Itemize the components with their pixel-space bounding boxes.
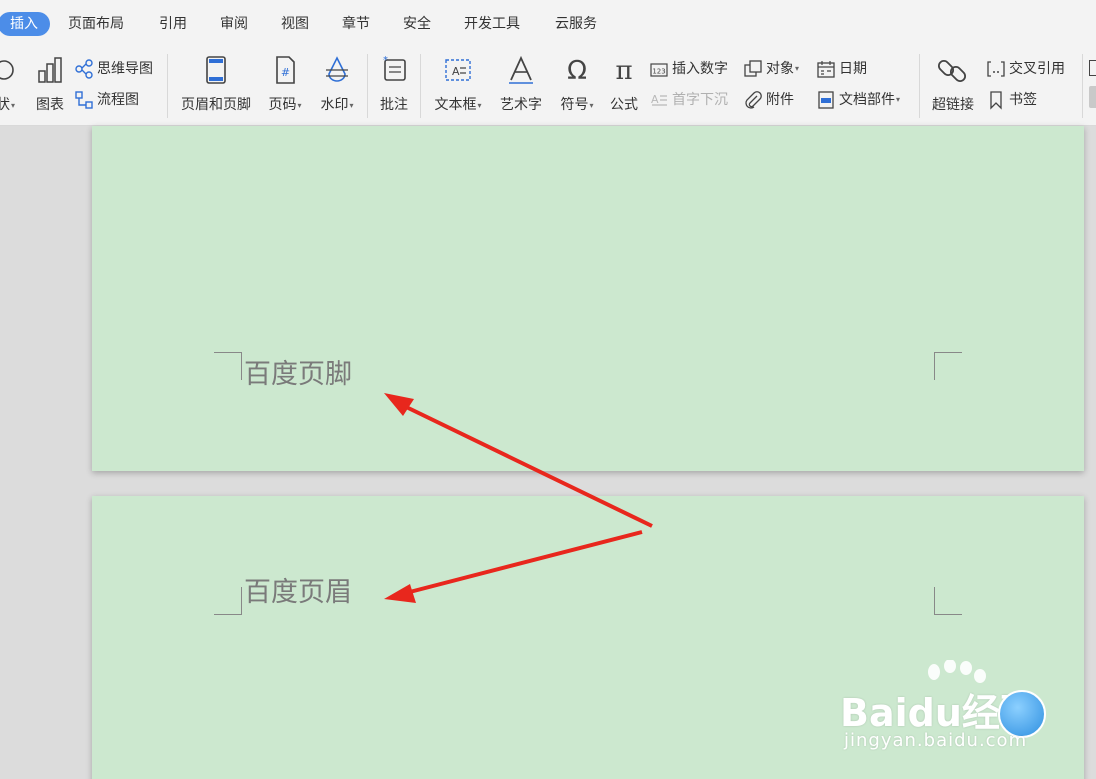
- header-footer-button[interactable]: 页眉和页脚: [176, 54, 256, 122]
- group-separator: [919, 54, 920, 118]
- omega-icon: Ω: [567, 56, 587, 86]
- svg-text:π: π: [615, 56, 632, 86]
- chart-label: 图表: [36, 97, 64, 113]
- object-label: 对象: [766, 61, 794, 77]
- symbol-button[interactable]: Ω 符号▾: [554, 54, 600, 122]
- comment-button[interactable]: * 批注: [374, 54, 414, 122]
- drop-cap-label: 首字下沉: [672, 92, 728, 108]
- mindmap-icon: [75, 59, 93, 79]
- wordart-label: 艺术字: [500, 97, 542, 113]
- page-number-icon: #: [276, 56, 295, 84]
- ribbon-toolbar: 状▾ 图表 思维导图 流程图 页眉和页脚 # 页码▾ 水印▾ * 批注 A 文本…: [0, 46, 1096, 126]
- menu-bar: 插入 页面布局 引用 审阅 视图 章节 安全 开发工具 云服务: [0, 0, 1096, 46]
- group-separator: [420, 54, 421, 118]
- watermark-button[interactable]: 水印▾: [314, 54, 360, 122]
- mindmap-button[interactable]: 思维导图: [74, 58, 153, 80]
- overflow-tool-icon[interactable]: [1089, 86, 1096, 108]
- hyperlink-button[interactable]: 超链接: [926, 54, 980, 122]
- symbol-label: 符号: [560, 97, 589, 113]
- calendar-icon: [817, 61, 835, 78]
- watermark-icon: [326, 56, 348, 82]
- group-separator: [367, 54, 368, 118]
- margin-corner-mark: [214, 352, 242, 380]
- attachment-label: 附件: [766, 92, 794, 108]
- attachment-button[interactable]: 附件: [743, 89, 794, 111]
- watermark-site-text: jingyan.baidu.com: [844, 730, 1028, 751]
- doc-parts-button[interactable]: 文档部件▾: [816, 89, 900, 111]
- bookmark-label: 书签: [1009, 92, 1037, 108]
- margin-corner-mark: [934, 587, 962, 615]
- footer-text[interactable]: 百度页脚: [244, 352, 352, 391]
- group-separator: [167, 54, 168, 118]
- hyperlink-label: 超链接: [932, 97, 974, 113]
- svg-text:123: 123: [652, 68, 665, 76]
- insert-number-label: 插入数字: [672, 61, 728, 77]
- date-button[interactable]: 日期: [816, 58, 867, 80]
- date-label: 日期: [839, 61, 867, 77]
- equation-label: 公式: [610, 97, 638, 113]
- bookmark-icon: [990, 91, 1002, 110]
- textbox-label: 文本框: [434, 97, 477, 113]
- object-button[interactable]: 对象▾: [743, 58, 799, 80]
- textbox-icon: A: [445, 59, 471, 81]
- equation-button[interactable]: π 公式: [604, 54, 644, 122]
- tab-references[interactable]: 引用: [159, 12, 187, 36]
- link-icon: [937, 59, 967, 83]
- tab-page-layout[interactable]: 页面布局: [68, 12, 124, 36]
- doc-parts-icon: [818, 91, 834, 109]
- tab-view[interactable]: 视图: [281, 12, 309, 36]
- svg-text:Ω: Ω: [567, 56, 587, 86]
- margin-corner-mark: [214, 587, 242, 615]
- tab-security[interactable]: 安全: [403, 12, 431, 36]
- textbox-button[interactable]: A 文本框▾: [428, 54, 488, 122]
- svg-text:#: #: [281, 66, 290, 79]
- insert-number-button[interactable]: 123 插入数字: [649, 58, 728, 80]
- mindmap-label: 思维导图: [97, 61, 153, 77]
- tab-section[interactable]: 章节: [342, 12, 370, 36]
- baidu-jingyan-watermark: Baidu经验 jingyan.baidu.com: [840, 660, 1050, 760]
- drop-cap-button[interactable]: A 首字下沉: [649, 89, 728, 111]
- margin-corner-mark: [934, 352, 962, 380]
- tab-cloud-services[interactable]: 云服务: [555, 12, 597, 36]
- flowchart-icon: [75, 91, 93, 109]
- cross-reference-label: 交叉引用: [1009, 61, 1065, 77]
- watermark-label: 水印: [320, 97, 349, 113]
- tab-developer-tools[interactable]: 开发工具: [464, 12, 520, 36]
- shape-icon: [0, 60, 14, 80]
- svg-text:*: *: [383, 55, 388, 66]
- page-number-label: 页码: [268, 97, 297, 113]
- cross-reference-icon: [987, 61, 1005, 77]
- paperclip-icon: [745, 91, 762, 109]
- doc-parts-label: 文档部件: [839, 92, 895, 108]
- pi-icon: π: [615, 56, 632, 86]
- shape-button[interactable]: 状▾: [0, 54, 26, 122]
- chart-button[interactable]: 图表: [30, 54, 70, 122]
- flowchart-button[interactable]: 流程图: [74, 89, 139, 111]
- object-icon: [744, 60, 762, 77]
- tab-insert[interactable]: 插入: [0, 12, 50, 36]
- wordart-button[interactable]: 艺术字: [496, 54, 546, 122]
- cross-reference-button[interactable]: 交叉引用: [986, 58, 1065, 80]
- header-footer-label: 页眉和页脚: [181, 97, 251, 113]
- svg-text:A: A: [452, 65, 460, 78]
- group-separator: [1082, 54, 1083, 118]
- flowchart-label: 流程图: [97, 92, 139, 108]
- header-footer-icon: [206, 56, 226, 84]
- insert-number-icon: 123: [650, 63, 668, 77]
- tab-review[interactable]: 审阅: [220, 12, 248, 36]
- drop-cap-icon: A: [651, 93, 667, 106]
- comment-icon: *: [383, 55, 406, 81]
- wordart-icon: [509, 55, 533, 84]
- comment-label: 批注: [380, 97, 408, 113]
- bookmark-button[interactable]: 书签: [986, 89, 1037, 111]
- overflow-tool-icon[interactable]: [1089, 60, 1096, 76]
- document-page[interactable]: 百度页脚: [92, 126, 1084, 471]
- chart-icon: [38, 57, 62, 83]
- svg-text:A: A: [651, 93, 659, 106]
- page-number-button[interactable]: # 页码▾: [262, 54, 308, 122]
- shape-label: 状: [0, 97, 10, 113]
- header-text[interactable]: 百度页眉: [244, 570, 352, 609]
